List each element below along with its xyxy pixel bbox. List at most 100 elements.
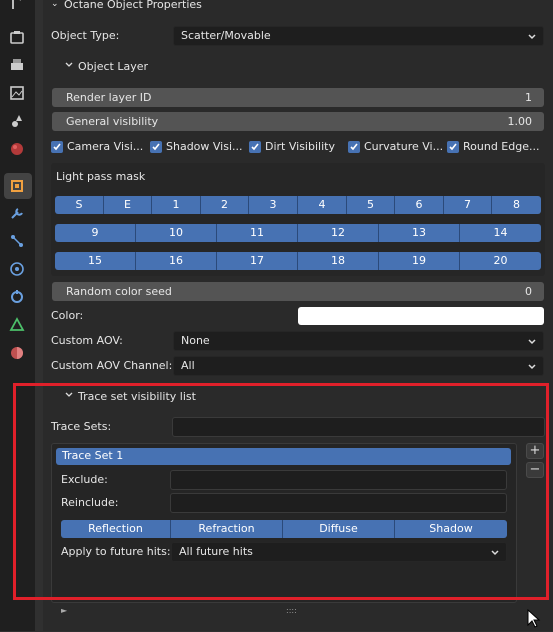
light-pass-button[interactable]: 13 — [379, 224, 460, 242]
remove-trace-set-button[interactable]: − — [526, 462, 544, 478]
reinclude-label: Reinclude: — [61, 496, 119, 509]
render-layer-id-value: 1 — [525, 91, 532, 104]
exclude-input[interactable] — [170, 470, 507, 490]
object-type-label: Object Type: — [51, 29, 120, 42]
light-pass-button[interactable]: 11 — [217, 224, 298, 242]
round-edges-checkbox[interactable]: Round Edge... — [447, 140, 539, 153]
custom-aov-value: None — [181, 334, 210, 347]
exclude-label: Exclude: — [61, 473, 108, 486]
light-pass-button[interactable]: 19 — [379, 252, 460, 270]
color-swatch[interactable] — [298, 307, 544, 325]
material-icon[interactable] — [8, 344, 26, 362]
shadow-visibility-checkbox[interactable]: Shadow Visi... — [150, 140, 243, 153]
light-pass-button[interactable]: E — [104, 196, 152, 214]
render-layer-id-field[interactable]: Render layer ID 1 — [52, 88, 544, 107]
check-icon — [447, 140, 459, 153]
chevron-down-icon — [527, 360, 537, 378]
light-pass-button[interactable]: 14 — [460, 224, 541, 242]
light-pass-button[interactable]: 4 — [298, 196, 347, 214]
checkbox-label: Camera Visi... — [67, 140, 144, 153]
modifier-icon[interactable] — [8, 204, 26, 222]
chevron-down-icon — [490, 546, 500, 564]
check-icon — [249, 140, 261, 153]
trace-set-header[interactable]: Trace set visibility list — [64, 390, 364, 404]
random-color-seed-label: Random color seed — [66, 285, 172, 298]
light-pass-button[interactable]: 10 — [136, 224, 217, 242]
light-pass-button[interactable]: 17 — [217, 252, 298, 270]
light-pass-button[interactable]: 15 — [55, 252, 136, 270]
properties-sidebar — [0, 0, 35, 631]
object-type-dropdown[interactable]: Scatter/Movable — [173, 26, 544, 46]
tab-shadow[interactable]: Shadow — [395, 520, 507, 538]
apply-future-hits-dropdown[interactable]: All future hits — [171, 542, 507, 562]
light-pass-button[interactable]: 7 — [444, 196, 492, 214]
tool-icon[interactable] — [8, 0, 26, 12]
chevron-down-icon — [527, 335, 537, 353]
chevron-down-icon — [64, 60, 74, 73]
light-pass-mask-label: Light pass mask — [56, 170, 146, 183]
mouse-cursor-icon — [527, 608, 541, 629]
tab-diffuse[interactable]: Diffuse — [283, 520, 395, 538]
light-pass-button[interactable]: 1 — [152, 196, 201, 214]
custom-aov-channel-value: All — [181, 359, 195, 372]
light-pass-button[interactable]: S — [55, 196, 104, 214]
object-layer-title: Object Layer — [78, 60, 148, 73]
light-pass-button[interactable]: 9 — [55, 224, 136, 242]
chevron-down-icon — [64, 390, 74, 403]
object-type-value: Scatter/Movable — [181, 29, 271, 42]
general-visibility-label: General visibility — [66, 115, 159, 128]
trace-set-title: Trace set visibility list — [78, 390, 196, 403]
output-icon[interactable] — [8, 56, 26, 74]
object-icon[interactable] — [8, 177, 26, 195]
view-layer-icon[interactable] — [8, 84, 26, 102]
light-pass-button[interactable]: 5 — [347, 196, 395, 214]
tab-reflection[interactable]: Reflection — [61, 520, 171, 538]
custom-aov-channel-dropdown[interactable]: All — [173, 356, 544, 376]
scene-icon[interactable] — [8, 112, 26, 130]
custom-aov-channel-label: Custom AOV Channel: — [51, 359, 173, 372]
check-icon — [150, 140, 162, 153]
apply-future-hits-value: All future hits — [179, 545, 253, 558]
render-icon[interactable] — [8, 28, 26, 46]
custom-aov-label: Custom AOV: — [51, 334, 123, 347]
reinclude-input[interactable] — [170, 493, 507, 513]
light-pass-button[interactable]: 12 — [298, 224, 379, 242]
resize-grip-icon[interactable]: :::: — [286, 606, 297, 615]
general-visibility-value: 1.00 — [507, 115, 533, 128]
trace-sets-label: Trace Sets: — [51, 420, 112, 433]
dirt-visibility-checkbox[interactable]: Dirt Visibility — [249, 140, 335, 153]
custom-aov-dropdown[interactable]: None — [173, 331, 544, 351]
light-pass-button[interactable]: 8 — [492, 196, 541, 214]
tab-refraction[interactable]: Refraction — [171, 520, 283, 538]
light-pass-button[interactable]: 18 — [298, 252, 379, 270]
section-title: Octane Object Properties — [64, 0, 202, 11]
trace-set-list-item[interactable]: Trace Set 1 — [56, 448, 511, 465]
curvature-visibility-checkbox[interactable]: Curvature Vi... — [348, 140, 443, 153]
section-header[interactable]: ⌄ Octane Object Properties — [51, 0, 546, 13]
check-icon — [51, 140, 63, 153]
apply-future-hits-label: Apply to future hits: — [61, 545, 171, 558]
trace-sets-input[interactable] — [172, 417, 545, 437]
checkbox-label: Round Edge... — [463, 140, 540, 153]
expand-icon[interactable]: ► — [61, 606, 67, 615]
add-trace-set-button[interactable]: + — [526, 443, 544, 459]
constraints-icon[interactable] — [8, 288, 26, 306]
light-pass-button[interactable]: 6 — [395, 196, 444, 214]
object-layer-header[interactable]: Object Layer — [64, 60, 364, 74]
general-visibility-field[interactable]: General visibility 1.00 — [52, 112, 544, 131]
ray-type-tabs: Reflection Refraction Diffuse Shadow — [61, 520, 507, 538]
light-pass-row-3: 15 16 17 18 19 20 — [55, 252, 541, 270]
chevron-down-icon: ⌄ — [51, 0, 59, 9]
random-color-seed-field[interactable]: Random color seed 0 — [52, 282, 544, 301]
light-pass-button[interactable]: 3 — [249, 196, 298, 214]
particles-icon[interactable] — [8, 232, 26, 250]
world-icon[interactable] — [8, 140, 26, 158]
data-icon[interactable] — [8, 316, 26, 334]
render-layer-id-label: Render layer ID — [66, 91, 152, 104]
check-icon — [348, 140, 360, 153]
camera-visibility-checkbox[interactable]: Camera Visi... — [51, 140, 143, 153]
light-pass-button[interactable]: 20 — [460, 252, 541, 270]
physics-icon[interactable] — [8, 260, 26, 278]
light-pass-button[interactable]: 16 — [136, 252, 217, 270]
light-pass-button[interactable]: 2 — [201, 196, 249, 214]
